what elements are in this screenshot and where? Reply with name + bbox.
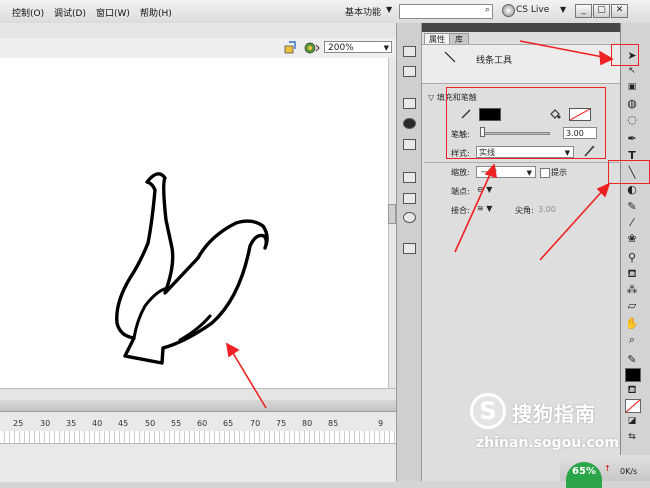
watermark-url: zhinan.sogou.com [476, 435, 619, 451]
network-speed: 0K/s [620, 467, 638, 476]
sogou-logo-icon: S [470, 393, 506, 429]
watermark-text: 搜狗指南 [512, 402, 596, 426]
upload-arrow-icon: ↑ [604, 464, 611, 473]
